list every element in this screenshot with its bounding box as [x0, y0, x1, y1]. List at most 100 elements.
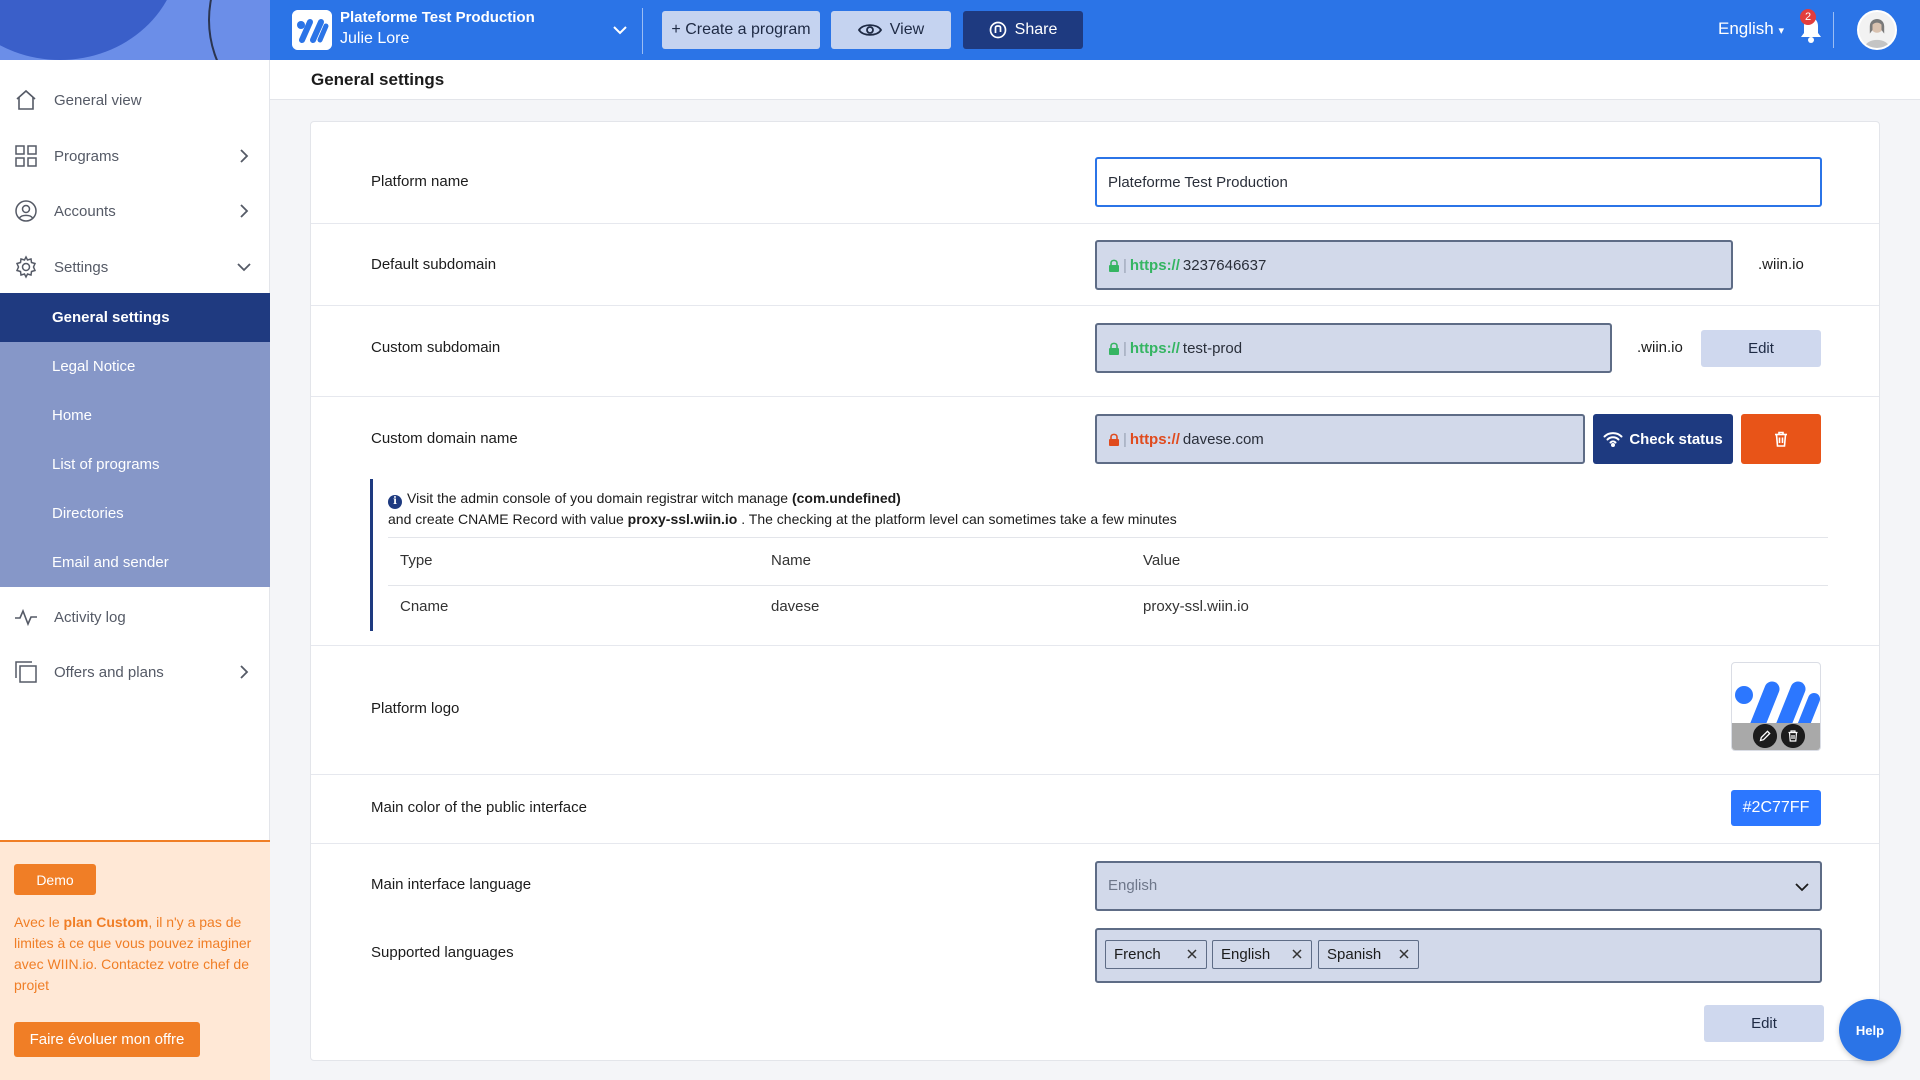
platform-switcher-title[interactable]: Plateforme Test Production [340, 9, 535, 26]
edit-custom-subdomain-button[interactable]: Edit [1701, 330, 1821, 367]
submenu-item-home[interactable]: Home [0, 391, 270, 440]
chevron-right-icon [240, 665, 249, 679]
chevron-right-icon [240, 149, 249, 163]
top-bar: Plateforme Test Production Julie Lore + … [270, 0, 1920, 60]
divider [1833, 12, 1834, 48]
close-icon[interactable] [1184, 946, 1200, 962]
sidebar: General view Programs Accounts Settings … [0, 0, 270, 1080]
sidebar-item-label: Activity log [54, 608, 126, 626]
promo-text: Avec le plan Custom, il n'y a pas de lim… [14, 914, 252, 993]
chevron-down-icon [237, 263, 251, 272]
grid-icon [15, 145, 37, 167]
platform-logo-icon [292, 10, 332, 50]
platform-logo-preview [1731, 662, 1821, 751]
demo-badge: Demo [14, 864, 96, 895]
sidebar-item-label: Programs [54, 147, 120, 165]
divider [388, 585, 1828, 586]
language-selector[interactable]: English ▾ [1718, 19, 1784, 39]
default-subdomain-label: Default subdomain [371, 256, 497, 273]
share-button[interactable]: Share [963, 11, 1083, 49]
sidebar-header-decoration [0, 0, 270, 60]
divider [311, 223, 1879, 224]
user-avatar[interactable] [1857, 10, 1897, 50]
sidebar-item-settings[interactable]: Settings [0, 243, 270, 291]
plan-promo-panel: Demo Avec le plan Custom, il n'y a pas d… [0, 840, 270, 1080]
divider [311, 774, 1879, 775]
divider [388, 537, 1828, 538]
dns-table-cell: davese [771, 598, 820, 615]
platform-name-input[interactable]: Plateforme Test Production [1095, 157, 1822, 207]
divider [311, 645, 1879, 646]
current-user-name: Julie Lore [340, 30, 410, 47]
sidebar-item-label: Accounts [54, 202, 116, 220]
close-icon[interactable] [1396, 946, 1412, 962]
dns-table-cell: proxy-ssl.wiin.io [1143, 598, 1249, 615]
submenu-item-directories[interactable]: Directories [0, 489, 270, 538]
chevron-down-icon[interactable] [610, 20, 630, 40]
share-link-icon [989, 21, 1006, 39]
lock-icon [1109, 259, 1119, 272]
divider [642, 8, 643, 54]
divider [311, 305, 1879, 306]
settings-submenu: General settings Legal Notice Home List … [0, 293, 270, 587]
chevron-down-icon [1795, 883, 1809, 892]
default-subdomain-input[interactable]: | https://3237646637 [1095, 240, 1733, 290]
main-language-select[interactable]: English [1095, 861, 1822, 911]
edit-logo-icon[interactable] [1753, 724, 1777, 748]
view-button[interactable]: View [831, 11, 951, 49]
general-settings-form: Platform name Plateforme Test Production… [310, 121, 1880, 1061]
submenu-item-email-and-sender[interactable]: Email and sender [0, 538, 270, 587]
custom-domain-input[interactable]: | https://davese.com [1095, 414, 1585, 464]
custom-subdomain-label: Custom subdomain [371, 339, 501, 356]
language-tag: English [1212, 940, 1312, 969]
custom-subdomain-input[interactable]: | https://test-prod [1095, 323, 1612, 373]
submenu-item-legal-notice[interactable]: Legal Notice [0, 342, 270, 391]
custom-domain-label: Custom domain name [371, 430, 518, 447]
supported-languages-input[interactable]: French English Spanish [1095, 928, 1822, 983]
submenu-item-list-of-programs[interactable]: List of programs [0, 440, 270, 489]
language-tag: French [1105, 940, 1207, 969]
sidebar-item-label: General view [54, 91, 142, 109]
close-icon[interactable] [1289, 946, 1305, 962]
domain-suffix: .wiin.io [1637, 339, 1683, 356]
delete-logo-icon[interactable] [1781, 724, 1805, 748]
dns-table-header: Name [771, 552, 812, 569]
page-title: General settings [311, 70, 445, 89]
create-program-button[interactable]: + Create a program [662, 11, 820, 49]
sidebar-item-label: Offers and plans [54, 663, 164, 681]
upgrade-offer-button[interactable]: Faire évoluer mon offre [14, 1022, 200, 1057]
trash-icon [1775, 431, 1787, 447]
language-tag: Spanish [1318, 940, 1419, 969]
eye-icon [857, 24, 882, 36]
activity-icon [15, 608, 37, 627]
lock-icon [1109, 433, 1119, 446]
chevron-right-icon [240, 204, 249, 218]
page-header: General settings [270, 60, 1920, 100]
notification-count-badge: 2 [1800, 9, 1816, 25]
copy-icon [15, 661, 37, 683]
info-icon: i [388, 495, 402, 509]
main-color-label: Main color of the public interface [371, 799, 587, 816]
platform-logo-label: Platform logo [371, 700, 460, 717]
main-color-picker-button[interactable]: #2C77FF [1731, 790, 1821, 826]
check-status-button[interactable]: Check status [1593, 414, 1733, 464]
platform-name-label: Platform name [371, 173, 469, 190]
edit-languages-button[interactable]: Edit [1704, 1005, 1824, 1042]
supported-languages-label: Supported languages [371, 944, 514, 961]
sidebar-item-general-view[interactable]: General view [0, 76, 270, 124]
sidebar-item-accounts[interactable]: Accounts [0, 187, 270, 235]
gear-icon [15, 255, 37, 279]
dns-table-cell: Cname [400, 598, 449, 615]
divider [311, 396, 1879, 397]
sidebar-item-offers-and-plans[interactable]: Offers and plans [0, 648, 270, 696]
sidebar-item-activity-log[interactable]: Activity log [0, 593, 270, 641]
help-button[interactable]: Help [1839, 999, 1901, 1061]
dns-table-header: Type [400, 552, 433, 569]
submenu-item-general-settings[interactable]: General settings [0, 293, 270, 342]
sidebar-item-programs[interactable]: Programs [0, 132, 270, 180]
domain-suffix: .wiin.io [1758, 256, 1804, 273]
delete-domain-button[interactable] [1741, 414, 1821, 464]
home-icon [16, 89, 36, 110]
dns-table-header: Value [1143, 552, 1181, 569]
wifi-icon [1603, 432, 1623, 447]
